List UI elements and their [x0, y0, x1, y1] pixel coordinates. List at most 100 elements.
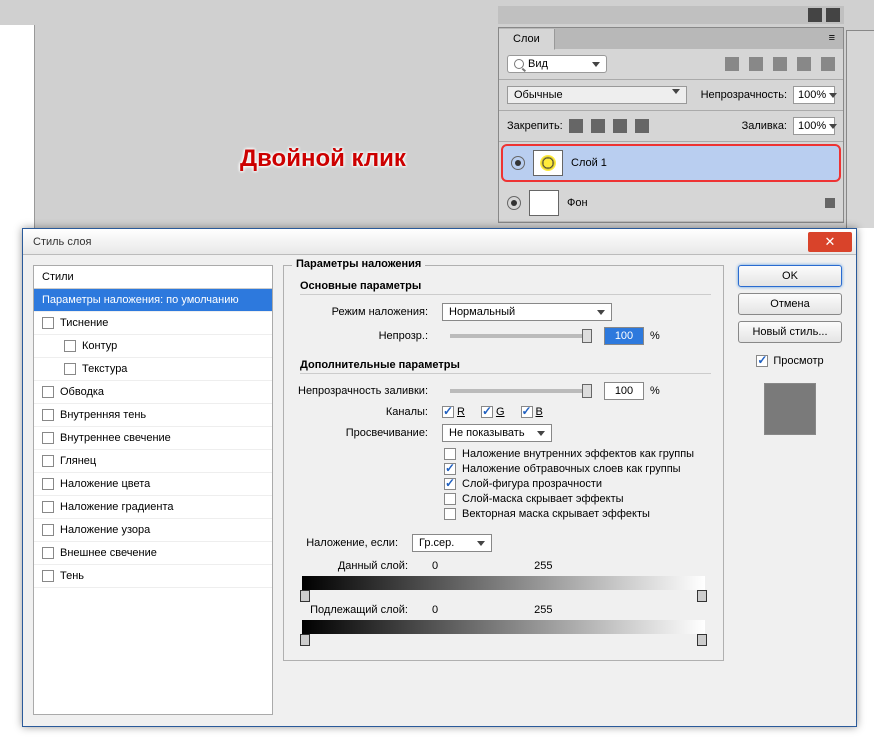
- gradient-stop-black[interactable]: [300, 634, 310, 646]
- style-item-bevel[interactable]: Тиснение: [34, 312, 272, 335]
- layer-thumbnail[interactable]: [533, 150, 563, 176]
- this-layer-gradient[interactable]: [302, 576, 705, 590]
- layer-filter-select[interactable]: Вид: [507, 55, 607, 73]
- opacity-input[interactable]: 100%: [793, 86, 835, 104]
- checkbox[interactable]: [42, 547, 54, 559]
- layer-thumbnail[interactable]: [529, 190, 559, 216]
- adv-check-0[interactable]: [444, 448, 456, 460]
- under-layer-high: 255: [534, 604, 552, 616]
- preview-checkbox[interactable]: [756, 355, 768, 367]
- blendif-combo[interactable]: Гр.сер.: [412, 534, 492, 552]
- channel-b-checkbox[interactable]: [521, 406, 533, 418]
- dialog-titlebar[interactable]: Стиль слоя ✕: [23, 229, 856, 255]
- opacity-input[interactable]: 100: [604, 327, 644, 345]
- slider-thumb[interactable]: [582, 329, 592, 343]
- style-item-blending-options[interactable]: Параметры наложения: по умолчанию: [34, 289, 272, 312]
- filter-label: Вид: [528, 58, 548, 70]
- lock-all-icon[interactable]: [635, 119, 649, 133]
- gradient-stop-white[interactable]: [697, 634, 707, 646]
- style-item-stroke[interactable]: Обводка: [34, 381, 272, 404]
- checkbox[interactable]: [42, 317, 54, 329]
- checkbox[interactable]: [64, 340, 76, 352]
- layer-row-selected[interactable]: Слой 1: [501, 144, 841, 182]
- style-label: Текстура: [82, 363, 127, 375]
- opacity-slider[interactable]: [450, 334, 590, 338]
- collapse-icon[interactable]: [808, 8, 822, 22]
- style-label: Внутренняя тень: [60, 409, 146, 421]
- new-style-button[interactable]: Новый стиль...: [738, 321, 842, 343]
- checkbox[interactable]: [42, 455, 54, 467]
- lock-position-icon[interactable]: [613, 119, 627, 133]
- layer-name-label[interactable]: Фон: [567, 197, 817, 209]
- blending-options-group: Параметры наложения Основные параметры Р…: [283, 265, 724, 661]
- adv-check-4[interactable]: [444, 508, 456, 520]
- filter-text-icon[interactable]: [773, 57, 787, 71]
- style-label: Наложение цвета: [60, 478, 150, 490]
- style-item-gradient-overlay[interactable]: Наложение градиента: [34, 496, 272, 519]
- style-label: Внутреннее свечение: [60, 432, 171, 444]
- ok-button[interactable]: OK: [738, 265, 842, 287]
- panel-menu-icon[interactable]: ≡: [821, 28, 843, 49]
- blend-mode-combo[interactable]: Нормальный: [442, 303, 612, 321]
- checkbox[interactable]: [42, 570, 54, 582]
- gradient-stop-black[interactable]: [300, 590, 310, 602]
- under-layer-gradient[interactable]: [302, 620, 705, 634]
- close-panel-icon[interactable]: [826, 8, 840, 22]
- advanced-subtitle: Дополнительные параметры: [300, 359, 711, 374]
- fill-opacity-input[interactable]: 100: [604, 382, 644, 400]
- adv-check-label: Слой-маска скрывает эффекты: [462, 493, 624, 505]
- style-item-color-overlay[interactable]: Наложение цвета: [34, 473, 272, 496]
- percent-label: %: [650, 330, 660, 342]
- dialog-title: Стиль слоя: [33, 236, 808, 248]
- general-subtitle: Основные параметры: [300, 280, 711, 295]
- style-label: Контур: [82, 340, 117, 352]
- adv-check-2[interactable]: [444, 478, 456, 490]
- layers-tab[interactable]: Слои: [499, 29, 555, 50]
- blendif-label: Наложение, если:: [296, 537, 406, 549]
- opacity-value: 100%: [798, 89, 826, 101]
- checkbox[interactable]: [42, 409, 54, 421]
- adv-check-3[interactable]: [444, 493, 456, 505]
- style-label: Наложение узора: [60, 524, 150, 536]
- fill-opacity-slider[interactable]: [450, 389, 590, 393]
- slider-thumb[interactable]: [582, 384, 592, 398]
- checkbox[interactable]: [64, 363, 76, 375]
- fill-value: 100%: [798, 120, 826, 132]
- lock-transparency-icon[interactable]: [569, 119, 583, 133]
- adv-check-1[interactable]: [444, 463, 456, 475]
- style-item-satin[interactable]: Глянец: [34, 450, 272, 473]
- lock-pixels-icon[interactable]: [591, 119, 605, 133]
- checkbox[interactable]: [42, 524, 54, 536]
- filter-pixel-icon[interactable]: [725, 57, 739, 71]
- cancel-button[interactable]: Отмена: [738, 293, 842, 315]
- blend-mode-value: Обычные: [514, 89, 563, 101]
- layer-name-label[interactable]: Слой 1: [571, 157, 831, 169]
- layers-panel: Слои ≡ Вид Обычные Непрозрачность:: [498, 27, 844, 223]
- checkbox[interactable]: [42, 478, 54, 490]
- blend-mode-select[interactable]: Обычные: [507, 86, 687, 104]
- layer-row[interactable]: Фон: [499, 184, 843, 222]
- style-item-inner-shadow[interactable]: Внутренняя тень: [34, 404, 272, 427]
- visibility-icon[interactable]: [507, 196, 521, 210]
- checkbox[interactable]: [42, 432, 54, 444]
- style-item-pattern-overlay[interactable]: Наложение узора: [34, 519, 272, 542]
- checkbox[interactable]: [42, 386, 54, 398]
- filter-adjust-icon[interactable]: [749, 57, 763, 71]
- fill-input[interactable]: 100%: [793, 117, 835, 135]
- style-item-drop-shadow[interactable]: Тень: [34, 565, 272, 588]
- knockout-combo[interactable]: Не показывать: [442, 424, 552, 442]
- filter-shape-icon[interactable]: [797, 57, 811, 71]
- style-item-contour[interactable]: Контур: [34, 335, 272, 358]
- under-layer-label: Подлежащий слой:: [296, 604, 416, 616]
- filter-smart-icon[interactable]: [821, 57, 835, 71]
- channel-r-checkbox[interactable]: [442, 406, 454, 418]
- style-item-texture[interactable]: Текстура: [34, 358, 272, 381]
- styles-list: Стили Параметры наложения: по умолчанию …: [33, 265, 273, 715]
- close-button[interactable]: ✕: [808, 232, 852, 252]
- checkbox[interactable]: [42, 501, 54, 513]
- style-item-outer-glow[interactable]: Внешнее свечение: [34, 542, 272, 565]
- style-item-inner-glow[interactable]: Внутреннее свечение: [34, 427, 272, 450]
- channel-g-checkbox[interactable]: [481, 406, 493, 418]
- visibility-icon[interactable]: [511, 156, 525, 170]
- gradient-stop-white[interactable]: [697, 590, 707, 602]
